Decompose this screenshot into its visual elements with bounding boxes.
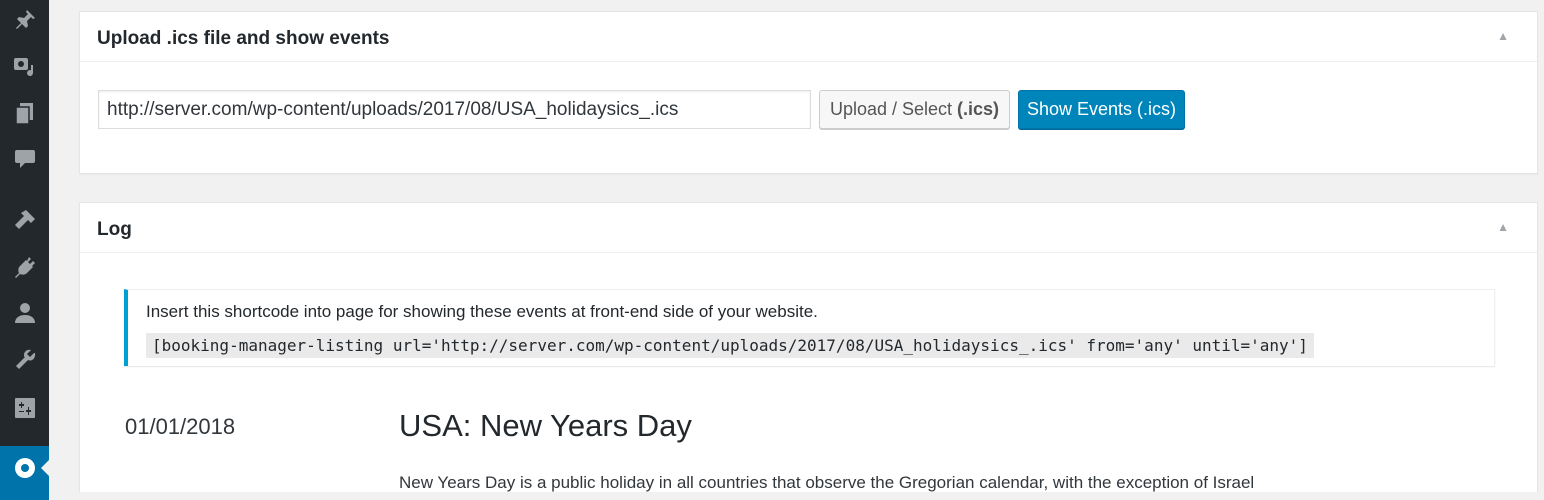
notice-text: Insert this shortcode into page for show…	[146, 302, 818, 321]
users-icon[interactable]	[0, 298, 49, 328]
tools-icon[interactable]	[0, 345, 49, 375]
upload-select-button[interactable]: Upload / Select (.ics)	[819, 90, 1010, 129]
shortcode-code[interactable]: [booking-manager-listing url='http://ser…	[146, 333, 1314, 358]
log-panel: Log ▲ Insert this shortcode into page fo…	[79, 202, 1538, 500]
upload-select-ext: (.ics)	[957, 99, 1000, 119]
active-indicator	[41, 460, 49, 476]
log-panel-title: Log	[97, 219, 132, 240]
plugins-icon[interactable]	[0, 252, 49, 282]
upload-select-label: Upload / Select	[829, 99, 953, 119]
show-events-button[interactable]: Show Events (.ics)	[1018, 90, 1185, 129]
appearance-icon[interactable]	[0, 205, 49, 235]
upload-panel-title: Upload .ics file and show events	[97, 28, 390, 49]
upload-panel: Upload .ics file and show events ▲ Uploa…	[79, 11, 1538, 174]
collapse-arrow-icon[interactable]: ▲	[1497, 29, 1509, 43]
event-title: USA: New Years Day	[399, 408, 692, 443]
shortcode-notice: Insert this shortcode into page for show…	[124, 289, 1495, 366]
page-bottom-edge	[49, 492, 1544, 500]
event-description: New Years Day is a public holiday in all…	[399, 473, 1255, 492]
collapse-arrow-icon[interactable]: ▲	[1497, 220, 1509, 234]
log-panel-header[interactable]: Log ▲	[80, 203, 1537, 253]
upload-panel-header[interactable]: Upload .ics file and show events ▲	[80, 12, 1537, 62]
settings-icon[interactable]	[0, 393, 49, 423]
admin-sidebar	[0, 0, 49, 500]
media-icon[interactable]	[0, 52, 49, 82]
comments-icon[interactable]	[0, 144, 49, 174]
event-date: 01/01/2018	[125, 414, 236, 439]
ics-url-input[interactable]	[98, 90, 811, 129]
sidebar-item-booking-manager[interactable]	[0, 446, 49, 500]
pin-icon[interactable]	[0, 5, 49, 35]
pages-icon[interactable]	[0, 98, 49, 128]
